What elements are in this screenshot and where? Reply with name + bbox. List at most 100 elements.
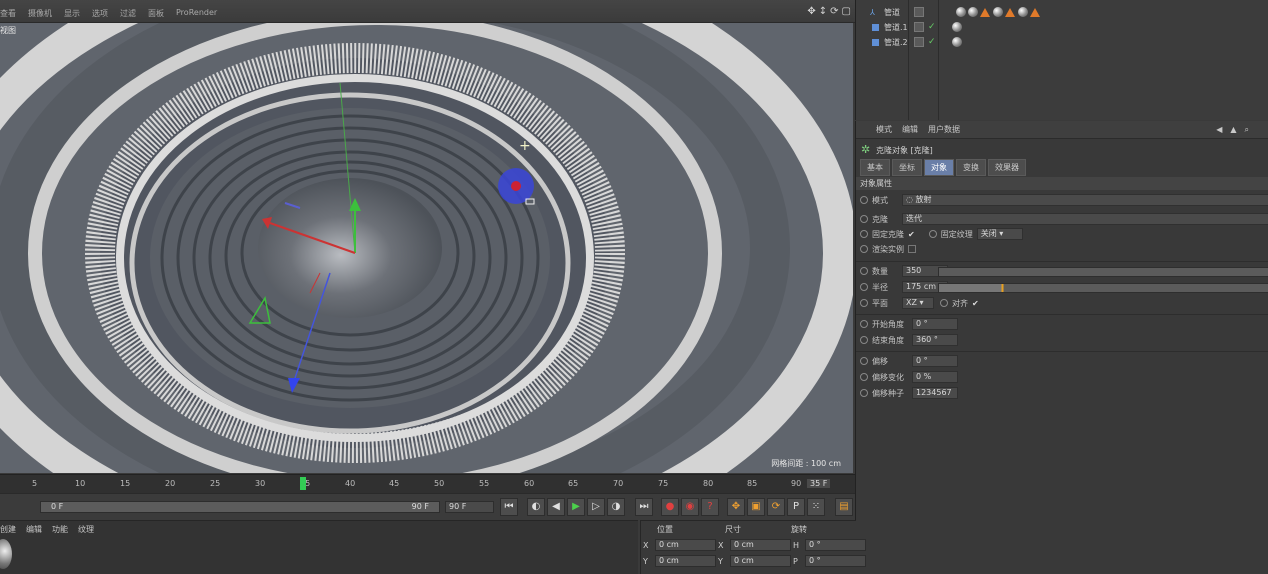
size-y-field[interactable]: 0 cm — [730, 555, 791, 567]
anim-dot-icon[interactable] — [860, 245, 868, 253]
current-frame[interactable]: 35 F — [807, 479, 831, 488]
anim-dot-icon[interactable] — [860, 283, 868, 291]
anim-dot-icon[interactable] — [860, 215, 868, 223]
position-y-field[interactable]: 0 cm — [655, 555, 716, 567]
prev-frame-icon[interactable]: ◀ — [547, 498, 565, 516]
mat-menu-texture[interactable]: 纹理 — [78, 524, 94, 535]
rotation-key-icon[interactable]: ⟳ — [767, 498, 785, 516]
tab-effectors[interactable]: 效果器 — [988, 159, 1026, 176]
menu-panel[interactable]: 面板 — [148, 8, 164, 19]
start-angle-field[interactable]: 0 ° — [912, 318, 958, 330]
menu-options[interactable]: 选项 — [92, 8, 108, 19]
next-frame-icon[interactable]: ▷ — [587, 498, 605, 516]
rotation-h-field[interactable]: 0 ° — [805, 539, 866, 551]
rotation-p-field[interactable]: 0 ° — [805, 555, 866, 567]
rotate-view-icon[interactable]: ⟳ — [830, 6, 838, 17]
anim-dot-icon[interactable] — [940, 299, 948, 307]
mat-menu-function[interactable]: 功能 — [52, 524, 68, 535]
anim-dot-icon[interactable] — [860, 267, 868, 275]
offset-seed-field[interactable]: 1234567 — [912, 387, 958, 399]
autokey-icon[interactable]: ◉ — [681, 498, 699, 516]
offset-field[interactable]: 0 ° — [912, 355, 958, 367]
pla-key-icon[interactable]: ⁙ — [807, 498, 825, 516]
tab-coord[interactable]: 坐标 — [892, 159, 922, 176]
visibility-toggle[interactable] — [914, 7, 924, 17]
material-tag-icon[interactable] — [1018, 7, 1028, 17]
object-row[interactable]: 管道.2 ✓ — [856, 35, 1268, 49]
visibility-toggle[interactable] — [914, 22, 924, 32]
attr-menu-userdata[interactable]: 用户数据 — [928, 124, 960, 135]
size-x-field[interactable]: 0 cm — [730, 539, 791, 551]
visibility-toggle[interactable] — [914, 37, 924, 47]
keyframe-selection-icon[interactable]: ? — [701, 498, 719, 516]
anim-dot-icon[interactable] — [860, 320, 868, 328]
anim-dot-icon[interactable] — [860, 357, 868, 365]
tab-basic[interactable]: 基本 — [860, 159, 890, 176]
position-x-field[interactable]: 0 cm — [655, 539, 716, 551]
render-instances-checkbox[interactable] — [908, 245, 916, 253]
end-frame-field[interactable]: 90 F — [445, 501, 494, 513]
preview-range-slider[interactable]: 0 F 90 F — [40, 501, 440, 513]
timeline-ruler[interactable]: 5 10 15 20 25 30 35 40 45 50 55 60 65 70… — [0, 474, 855, 493]
warning-tag-icon[interactable] — [980, 7, 990, 17]
menu-display[interactable]: 显示 — [64, 8, 80, 19]
material-tag-icon[interactable] — [952, 37, 962, 47]
object-row[interactable]: ⅄ 管道 — [856, 5, 1268, 19]
maximize-view-icon[interactable]: ▢ — [842, 6, 851, 17]
menu-camera[interactable]: 摄像机 — [28, 8, 52, 19]
parameter-key-icon[interactable]: P — [787, 498, 805, 516]
search-icon[interactable]: ⌕ — [1245, 125, 1249, 135]
mode-dropdown[interactable]: ◌ 放射 — [902, 194, 1268, 206]
object-row[interactable]: 管道.1 ✓ — [856, 20, 1268, 34]
plane-dropdown[interactable]: XZ ▾ — [902, 297, 934, 309]
zoom-view-icon[interactable]: ↕ — [819, 6, 827, 17]
attr-menu-edit[interactable]: 编辑 — [902, 124, 918, 135]
clones-dropdown[interactable]: 迭代 — [902, 213, 1268, 225]
menu-prorender[interactable]: ProRender — [176, 8, 217, 19]
material-tag-icon[interactable] — [952, 22, 962, 32]
material-tag-icon[interactable] — [968, 7, 978, 17]
end-angle-field[interactable]: 360 ° — [912, 334, 958, 346]
move-view-icon[interactable]: ✥ — [807, 6, 815, 17]
anim-dot-icon[interactable] — [860, 389, 868, 397]
anim-dot-icon[interactable] — [860, 299, 868, 307]
menu-view[interactable]: 查看 — [0, 8, 16, 19]
anim-dot-icon[interactable] — [928, 230, 937, 238]
anim-dot-icon[interactable] — [860, 230, 868, 238]
warning-tag-icon[interactable] — [1005, 7, 1015, 17]
material-thumbnail[interactable] — [0, 539, 12, 569]
material-tag-icon[interactable] — [993, 7, 1003, 17]
go-to-start-icon[interactable]: ⏮ — [500, 498, 518, 516]
play-icon[interactable]: ▶ — [567, 498, 585, 516]
playhead[interactable] — [300, 477, 306, 490]
enabled-check-icon[interactable]: ✓ — [928, 22, 936, 32]
mat-menu-create[interactable]: 创建 — [0, 524, 16, 535]
mat-menu-edit[interactable]: 编辑 — [26, 524, 42, 535]
fix-texture-dropdown[interactable]: 关闭 ▾ — [976, 228, 1023, 240]
prev-key-icon[interactable]: ◐ — [527, 498, 545, 516]
offset-variation-field[interactable]: 0 % — [912, 371, 958, 383]
attr-menu-mode[interactable]: 模式 — [876, 124, 892, 135]
tab-transform[interactable]: 变换 — [956, 159, 986, 176]
3d-viewport[interactable]: + 视图 网格间距 : 100 cm — [0, 23, 853, 473]
record-keys-icon[interactable]: ● — [661, 498, 679, 516]
warning-tag-icon[interactable] — [1030, 7, 1040, 17]
radius-slider[interactable] — [938, 283, 1268, 293]
back-arrow-icon[interactable]: ◀ — [1216, 125, 1222, 135]
scale-key-icon[interactable]: ▣ — [747, 498, 765, 516]
next-key-icon[interactable]: ◑ — [607, 498, 625, 516]
align-checkbox[interactable]: ✔ — [972, 299, 979, 308]
count-slider[interactable] — [938, 267, 1268, 277]
timeline-window-icon[interactable]: ▤ — [835, 498, 853, 516]
up-arrow-icon[interactable]: ▲ — [1230, 125, 1236, 135]
anim-dot-icon[interactable] — [860, 196, 868, 204]
enabled-check-icon[interactable]: ✓ — [928, 37, 936, 47]
menu-filter[interactable]: 过滤 — [120, 8, 136, 19]
position-key-icon[interactable]: ✥ — [727, 498, 745, 516]
anim-dot-icon[interactable] — [860, 373, 868, 381]
material-tag-icon[interactable] — [956, 7, 966, 17]
anim-dot-icon[interactable] — [860, 336, 868, 344]
fix-clone-checkbox[interactable]: ✔ — [908, 230, 915, 239]
tab-object[interactable]: 对象 — [924, 159, 954, 176]
go-to-end-icon[interactable]: ⏭ — [635, 498, 653, 516]
